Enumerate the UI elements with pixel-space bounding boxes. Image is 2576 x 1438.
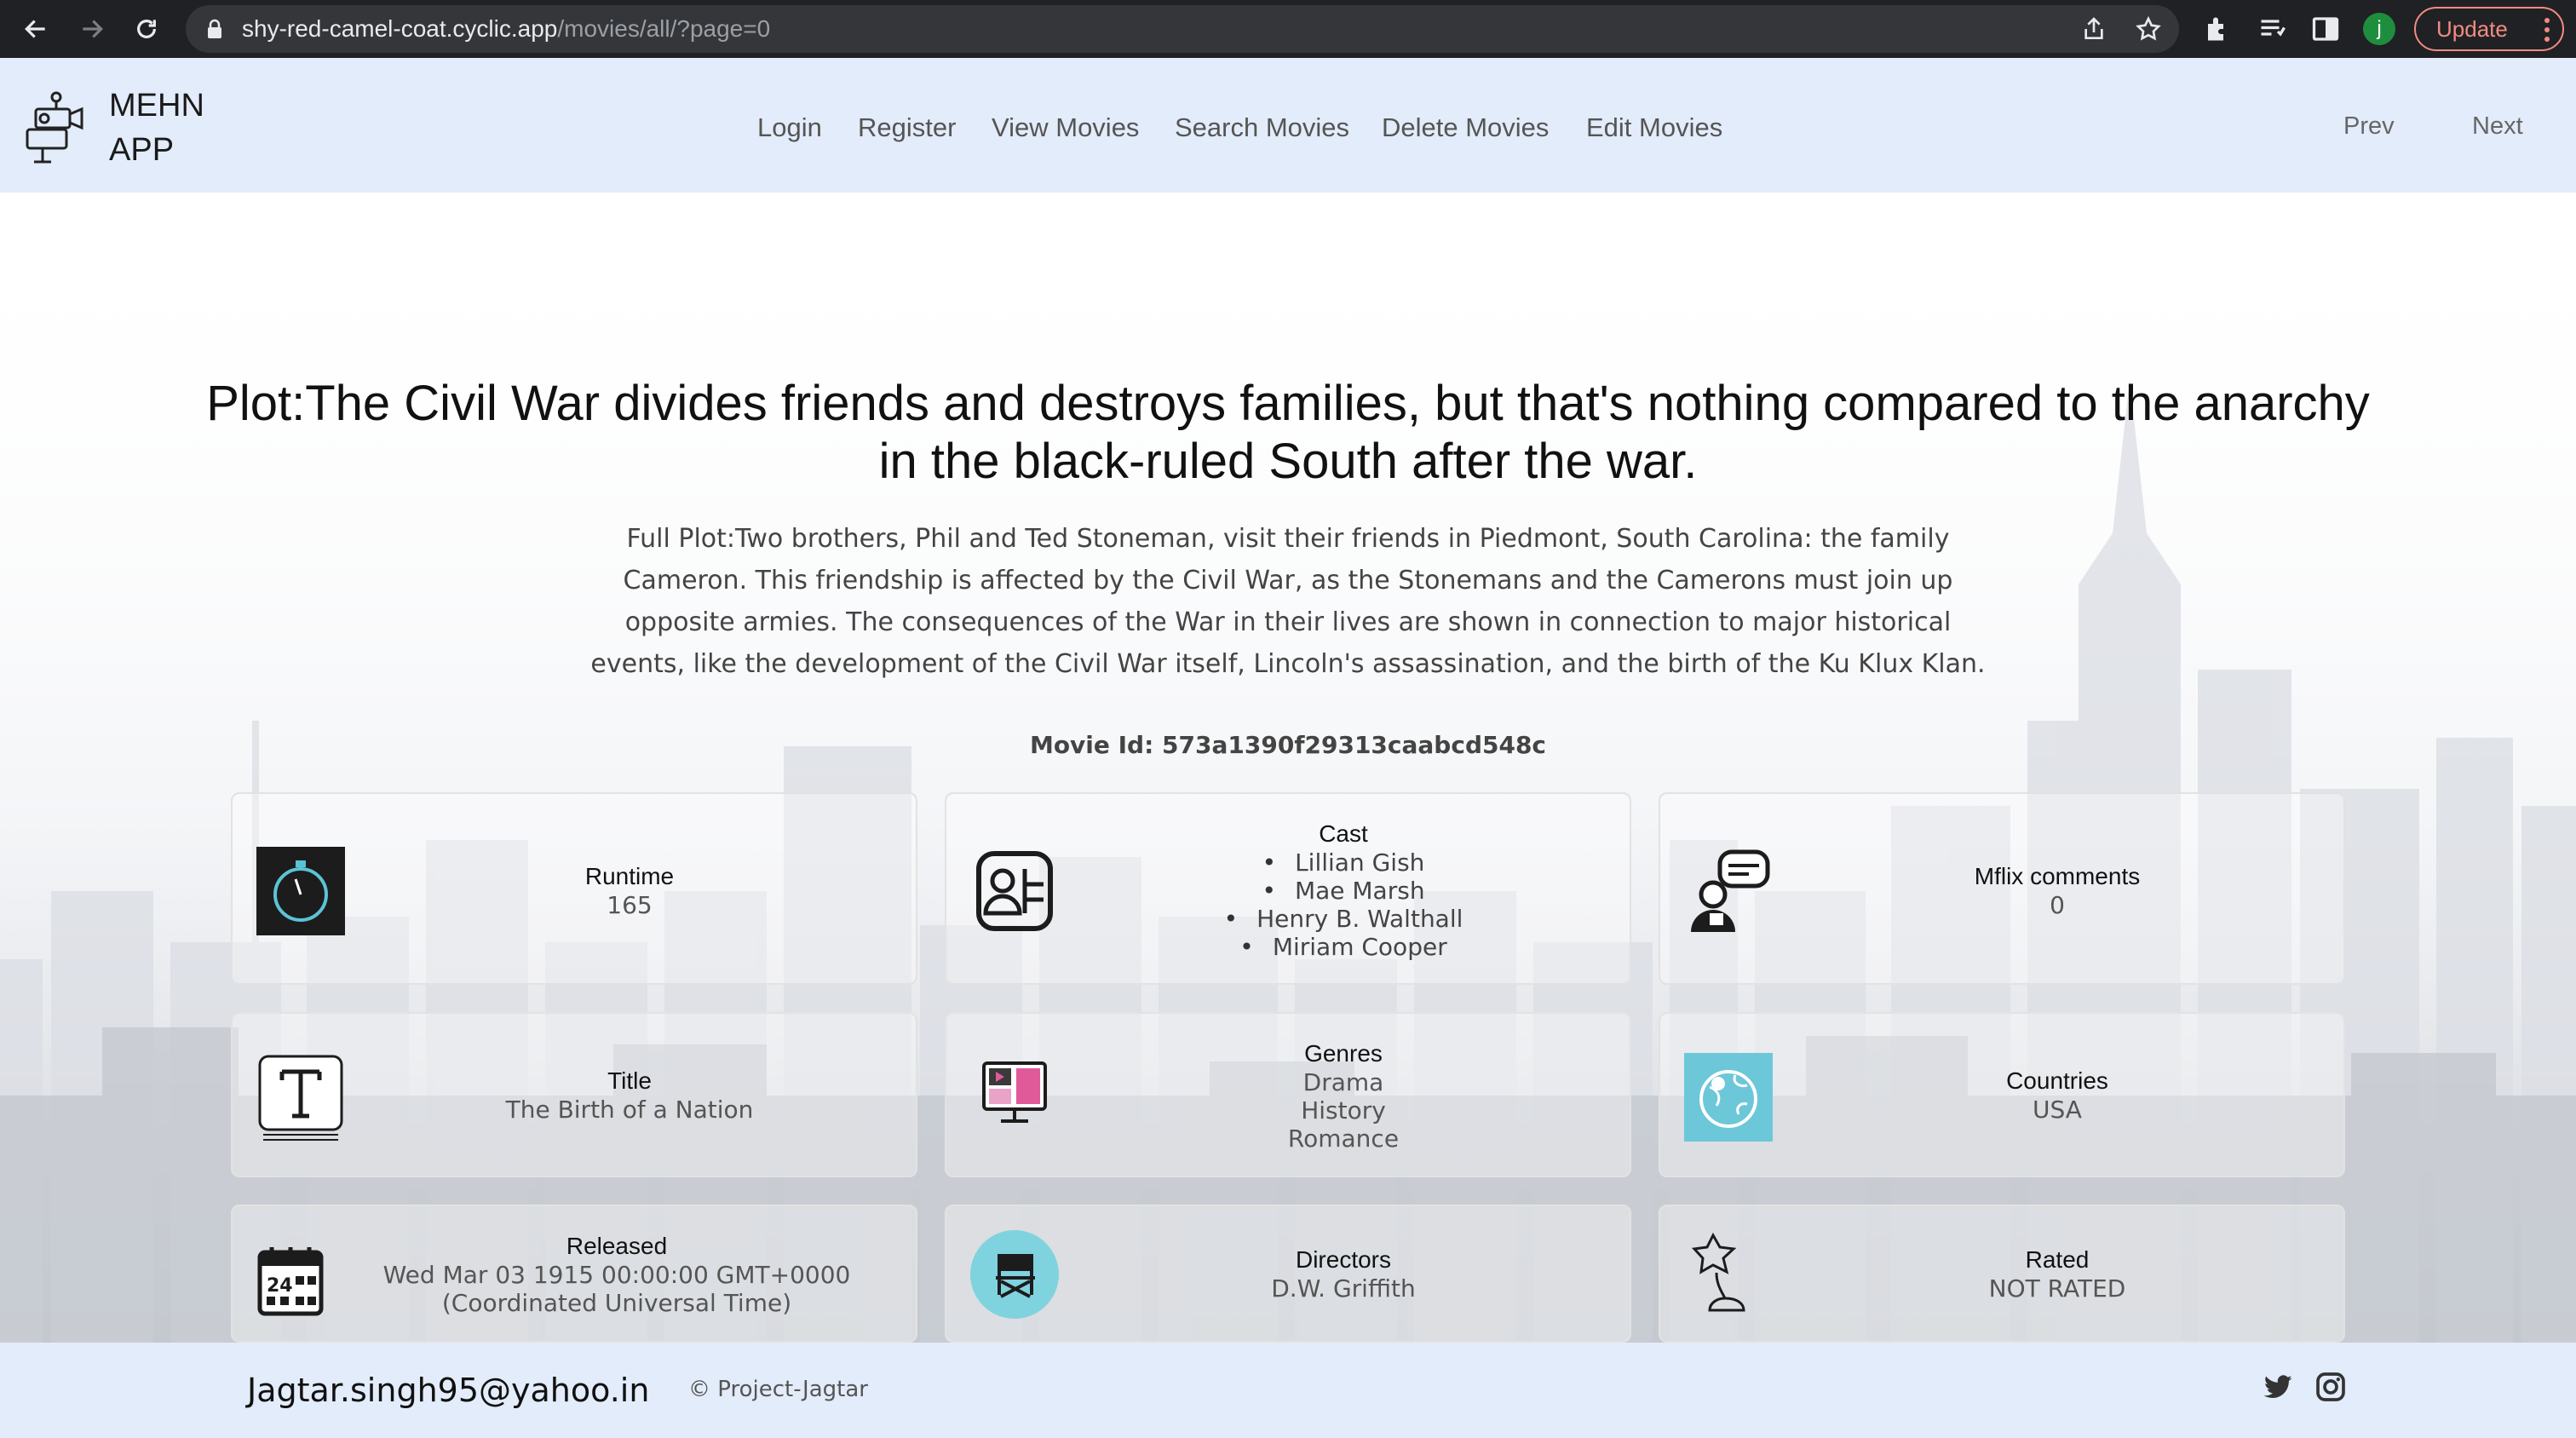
puzzle-icon[interactable] [2203,14,2234,44]
footer: Jagtar.singh95@yahoo.in © Project-Jagtar [0,1343,2576,1438]
url-path: /movies/all/?page=0 [557,15,771,42]
title-value: The Birth of a Nation [505,1096,754,1124]
back-button[interactable] [15,9,56,49]
genres-body: Genres Drama History Romance [1066,1039,1621,1153]
side-panel-icon[interactable] [2310,14,2341,44]
camera-logo-icon[interactable] [24,90,89,164]
svg-text:24: 24 [267,1275,293,1297]
profile-avatar[interactable]: j [2363,13,2395,45]
footer-copyright: © Project-Jagtar [688,1377,868,1402]
nav-search-movies[interactable]: Search Movies [1175,112,1349,143]
genre-item: Romance [1287,1125,1400,1153]
share-icon[interactable] [2080,15,2107,43]
nav-edit-movies[interactable]: Edit Movies [1586,112,1722,143]
genre-item: Drama [1302,1068,1384,1096]
genres-icon [982,1061,1047,1123]
twitter-icon[interactable] [2261,1370,2295,1404]
rated-body: Rated NOT RATED [1780,1245,2335,1303]
directors-value: D.W. Griffith [1271,1274,1416,1303]
cast-body: Cast Lillian Gish Mae Marsh Henry B. Wal… [1066,820,1621,961]
released-body: Released Wed Mar 03 1915 00:00:00 GMT+00… [352,1232,882,1317]
runtime-body: Runtime 165 [352,862,907,919]
genres-card: Genres Drama History Romance [945,1012,1631,1177]
globe-icon [1684,1053,1773,1142]
footer-email[interactable]: Jagtar.singh95@yahoo.in [247,1372,649,1409]
directors-card: Directors D.W. Griffith [945,1205,1631,1343]
full-plot-text: Full Plot:Two brothers, Phil and Ted Sto… [590,524,1986,679]
nav-view-movies[interactable]: View Movies [992,112,1139,143]
countries-value: USA [2033,1096,2082,1124]
director-chair-icon [970,1230,1059,1319]
runtime-label: Runtime [584,863,675,889]
forward-button[interactable] [72,9,112,49]
rated-label: Rated [2025,1246,2090,1273]
cast-card-icon [976,851,1053,931]
countries-body: Countries USA [1780,1067,2335,1124]
update-label: Update [2436,15,2508,42]
rated-value: NOT RATED [1988,1274,2126,1303]
cast-label: Cast [1319,820,1368,847]
cast-item: Mae Marsh [1066,877,1621,905]
nav-login[interactable]: Login [757,112,822,143]
browser-toolbar: shy-red-camel-coat.cyclic.app/movies/all… [0,0,2576,58]
brand-name[interactable]: MEHN APP [109,83,228,172]
comments-body: Mflix comments 0 [1780,862,2335,919]
released-label: Released [566,1233,668,1259]
award-icon [1691,1232,1745,1312]
reload-button[interactable] [126,9,167,49]
prev-link[interactable]: Prev [2343,112,2395,141]
countries-card: Countries USA [1659,1012,2345,1177]
rated-card: Rated NOT RATED [1659,1205,2345,1343]
stopwatch-icon [256,847,345,935]
genres-label: Genres [1304,1040,1383,1067]
cast-list: Lillian Gish Mae Marsh Henry B. Walthall… [1066,848,1621,961]
runtime-value: 165 [607,891,653,919]
reading-list-icon[interactable] [2257,14,2288,44]
calendar-icon: 24 [257,1247,324,1316]
directors-label: Directors [1295,1246,1391,1273]
comments-label: Mflix comments [1974,863,2141,889]
url-host: shy-red-camel-coat.cyclic.app [242,15,558,42]
cast-card: Cast Lillian Gish Mae Marsh Henry B. Wal… [945,792,1631,985]
app-header: MEHN APP Login Register View Movies Sear… [0,58,2576,193]
title-card: Title The Birth of a Nation [231,1012,917,1177]
nav-register[interactable]: Register [858,112,956,143]
lock-icon [208,19,221,38]
reload-icon [137,20,156,38]
title-label: Title [607,1067,652,1094]
nav-delete-movies[interactable]: Delete Movies [1382,112,1549,143]
directors-body: Directors D.W. Griffith [1066,1245,1621,1303]
more-vert-icon [2544,18,2550,42]
comments-card: Mflix comments 0 [1659,792,2345,985]
comments-icon [1691,849,1770,932]
cast-item: Lillian Gish [1066,848,1621,877]
star-icon[interactable] [2135,15,2162,43]
next-link[interactable]: Next [2472,112,2523,141]
cast-item: Henry B. Walthall [1066,905,1621,933]
title-body: Title The Birth of a Nation [352,1067,907,1124]
plot-heading: Plot:The Civil War divides friends and d… [206,376,2370,489]
instagram-icon[interactable] [2314,1370,2348,1404]
movie-id: Movie Id: 573a1390f29313caabcd548c [1029,731,1547,759]
back-arrow-icon [25,20,45,38]
address-bar[interactable]: shy-red-camel-coat.cyclic.app/movies/all… [186,5,2179,53]
cast-item: Miriam Cooper [1066,933,1621,961]
update-button[interactable]: Update [2414,7,2564,51]
url-text[interactable]: shy-red-camel-coat.cyclic.app/movies/all… [242,17,770,41]
forward-arrow-icon [83,20,103,38]
comments-value: 0 [2050,891,2065,919]
released-value: Wed Mar 03 1915 00:00:00 GMT+0000 (Coord… [382,1261,851,1317]
runtime-card: Runtime 165 [231,792,917,985]
genre-item: History [1301,1096,1386,1125]
countries-label: Countries [2006,1067,2108,1094]
title-icon [258,1055,343,1141]
released-card: 24 Released Wed Mar 03 1915 00:00:00 GMT… [231,1205,917,1343]
